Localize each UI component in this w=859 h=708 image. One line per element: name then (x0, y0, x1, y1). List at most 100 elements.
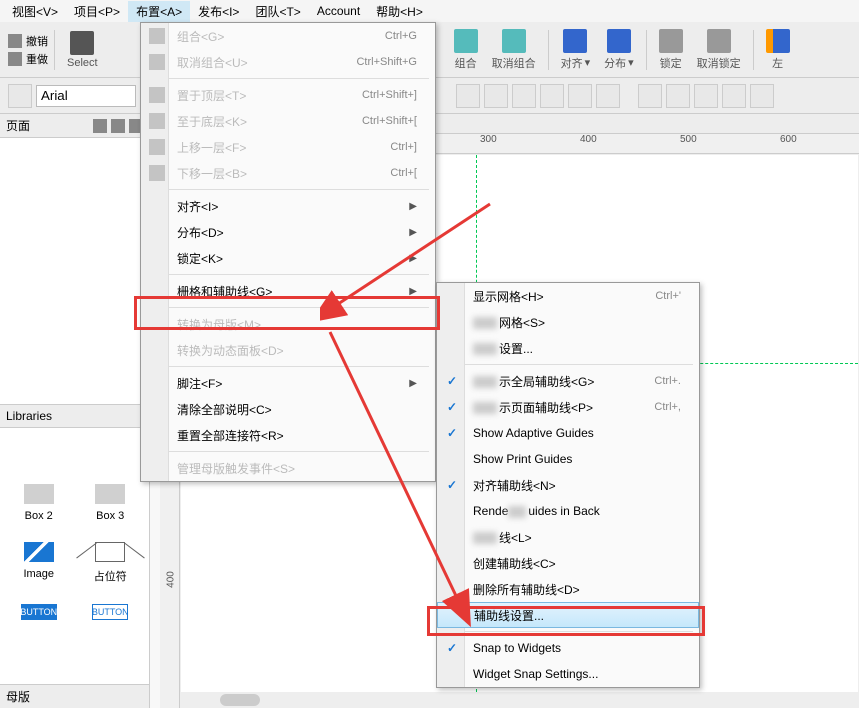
menu-item[interactable]: 栅格和辅助线<G>▶ (141, 278, 435, 304)
menu-item-icon (149, 28, 165, 44)
ungroup-tool[interactable]: 取消组合 (486, 29, 542, 71)
submenu-item[interactable]: 创建辅助线<C> (437, 550, 699, 576)
redo-button[interactable]: 重做 (8, 51, 48, 67)
submenu-item[interactable]: 显示网格<H>Ctrl+' (437, 283, 699, 309)
align-icon (563, 29, 587, 53)
submenu-arrow-icon: ▶ (409, 227, 417, 238)
menu-item[interactable]: 对齐<I>▶ (141, 193, 435, 219)
undo-button[interactable]: 撤销 (8, 33, 48, 49)
menu-item[interactable]: 脚注<F>▶ (141, 370, 435, 396)
menu-item-label: 分布<D> (177, 224, 224, 241)
valign-bot-btn[interactable] (596, 84, 620, 108)
submenu-item[interactable]: 删除所有辅助线<D> (437, 576, 699, 602)
submenu-item-label: Rendeuides in Back (473, 504, 600, 518)
submenu-item-label: 示页面辅助线<P> (473, 399, 593, 416)
menu-item-icon (149, 87, 165, 103)
h-scrollbar[interactable] (180, 692, 859, 708)
grid-guides-submenu: 显示网格<H>Ctrl+'网格<S>设置...✓示全局辅助线<G>Ctrl+.✓… (436, 282, 700, 688)
align-left-btn[interactable] (456, 84, 480, 108)
submenu-item[interactable]: 网格<S> (437, 309, 699, 335)
unlock-tool[interactable]: 取消锁定 (691, 29, 747, 71)
menu-item-label: 锁定<K> (177, 250, 223, 267)
menu-item[interactable]: 清除全部说明<C> (141, 396, 435, 422)
menu-item-label: 至于底层<K> (177, 113, 247, 130)
menu-arrange[interactable]: 布置<A> (128, 1, 190, 22)
menu-help[interactable]: 帮助<H> (368, 1, 431, 22)
menubar: 视图<V> 项目<P> 布置<A> 发布<I> 团队<T> Account 帮助… (0, 0, 859, 22)
menu-item[interactable]: 锁定<K>▶ (141, 245, 435, 271)
lock-tool[interactable]: 锁定 (653, 29, 689, 71)
widget-box3[interactable]: Box 3 (80, 484, 142, 522)
widget-button2[interactable]: BUTTON (80, 604, 142, 620)
submenu-item-label: 辅助线设置... (474, 607, 544, 624)
check-icon: ✓ (447, 478, 457, 492)
submenu-item[interactable]: ✓示全局辅助线<G>Ctrl+. (437, 368, 699, 394)
menu-account[interactable]: Account (309, 2, 368, 20)
submenu-item[interactable]: ✓Snap to Widgets (437, 635, 699, 661)
submenu-item[interactable]: Widget Snap Settings... (437, 661, 699, 687)
menu-item-icon (149, 54, 165, 70)
align-right-btn[interactable] (512, 84, 536, 108)
align-tool[interactable]: 对齐▾ (555, 29, 597, 71)
submenu-item[interactable]: 线<L> (437, 524, 699, 550)
menu-item-label: 管理母版触发事件<S> (177, 460, 295, 477)
widget-placeholder[interactable]: 占位符 (80, 542, 142, 584)
menu-team[interactable]: 团队<T> (247, 1, 308, 22)
line-btn[interactable] (666, 84, 690, 108)
menu-item[interactable]: 分布<D> ▶ (141, 219, 435, 245)
menu-publish[interactable]: 发布<I> (190, 1, 247, 22)
folder-icon[interactable] (111, 119, 125, 133)
fill-btn[interactable] (638, 84, 662, 108)
group-tool[interactable]: 组合 (448, 29, 484, 71)
submenu-arrow-icon: ▶ (409, 286, 417, 297)
more-btn[interactable] (750, 84, 774, 108)
submenu-item-label: 网格<S> (473, 314, 545, 331)
ungroup-icon (502, 29, 526, 53)
submenu-item-label: Show Adaptive Guides (473, 426, 594, 440)
doc-icon-btn[interactable] (8, 84, 32, 108)
menu-item-label: 置于顶层<T> (177, 87, 246, 104)
submenu-item[interactable]: ✓Show Adaptive Guides (437, 420, 699, 446)
submenu-item-label: 删除所有辅助线<D> (473, 581, 580, 598)
menu-item-icon (149, 113, 165, 129)
menu-item: 下移一层<B>Ctrl+[ (141, 160, 435, 186)
font-select[interactable] (36, 85, 136, 107)
valign-mid-btn[interactable] (568, 84, 592, 108)
submenu-item[interactable]: ✓示页面辅助线<P>Ctrl+, (437, 394, 699, 420)
arrow-btn[interactable] (722, 84, 746, 108)
widget-image[interactable]: Image (8, 542, 70, 584)
menu-item: 取消组合<U>Ctrl+Shift+G (141, 49, 435, 75)
redo-label: 重做 (26, 51, 48, 67)
menu-item-label: 组合<G> (177, 28, 224, 45)
submenu-item[interactable]: Show Print Guides (437, 446, 699, 472)
weight-btn[interactable] (694, 84, 718, 108)
libraries-header: Libraries (0, 404, 149, 428)
menu-item-label: 重置全部连接符<R> (177, 427, 284, 444)
unlock-icon (707, 29, 731, 53)
menu-project[interactable]: 项目<P> (66, 1, 128, 22)
menu-item-label: 上移一层<F> (177, 139, 246, 156)
menu-item: 组合<G>Ctrl+G (141, 23, 435, 49)
left-panel: 页面 Libraries Box 2 Box 3 Image 占位符 BUTTO… (0, 114, 150, 708)
add-page-icon[interactable] (93, 119, 107, 133)
align-center-btn[interactable] (484, 84, 508, 108)
widget-button1[interactable]: BUTTON (8, 604, 70, 620)
menu-item: 上移一层<F>Ctrl+] (141, 134, 435, 160)
menu-item-label: 脚注<F> (177, 375, 222, 392)
submenu-item[interactable]: 设置... (437, 335, 699, 361)
select-tool[interactable]: Select (61, 31, 104, 69)
left-align-tool[interactable]: 左 (760, 29, 796, 71)
select-label: Select (67, 57, 98, 69)
masters-label: 母版 (6, 688, 30, 705)
distribute-tool[interactable]: 分布▾ (598, 29, 640, 71)
submenu-item[interactable]: 辅助线设置... (437, 602, 699, 628)
valign-top-btn[interactable] (540, 84, 564, 108)
menu-item[interactable]: 重置全部连接符<R> (141, 422, 435, 448)
menu-item-label: 取消组合<U> (177, 54, 248, 71)
widget-box2[interactable]: Box 2 (8, 484, 70, 522)
menu-view[interactable]: 视图<V> (4, 1, 66, 22)
pages-label: 页面 (6, 117, 30, 134)
submenu-item[interactable]: Rendeuides in Back (437, 498, 699, 524)
menu-item: 转换为动态面板<D> (141, 337, 435, 363)
submenu-item[interactable]: ✓对齐辅助线<N> (437, 472, 699, 498)
